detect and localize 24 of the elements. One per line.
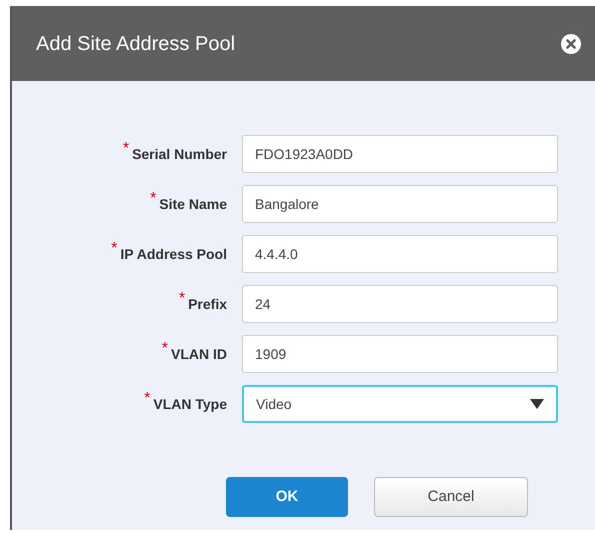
input-field[interactable]: 4.4.4.0 [242, 235, 558, 273]
required-mark: * [178, 294, 186, 304]
required-mark: * [122, 144, 130, 154]
required-mark: * [150, 194, 156, 204]
cancel-button[interactable]: Cancel [374, 477, 528, 517]
ok-button[interactable]: OK [226, 477, 348, 517]
field-label: Site Name [159, 194, 227, 214]
input-field[interactable]: FDO1923A0DD [242, 135, 558, 173]
field-label: VLAN Type [153, 394, 227, 414]
vlan-type-dropdown[interactable]: Video [242, 385, 558, 423]
required-mark: * [162, 344, 168, 354]
field-label: Serial Number [132, 144, 227, 164]
input-field[interactable]: 24 [242, 285, 558, 323]
input-field[interactable]: 1909 [242, 335, 558, 373]
field-label: Prefix [188, 294, 227, 314]
input-field[interactable]: Bangalore [242, 185, 558, 223]
caret-icon [530, 399, 544, 409]
dialog-title: Add Site Address Pool [36, 32, 236, 56]
field-label: VLAN ID [171, 344, 227, 364]
required-mark: * [144, 394, 150, 404]
close-icon[interactable] [561, 34, 581, 54]
dropdown-value: Video [256, 394, 292, 414]
required-mark: * [111, 244, 118, 254]
field-label: IP Address Pool [120, 244, 227, 264]
